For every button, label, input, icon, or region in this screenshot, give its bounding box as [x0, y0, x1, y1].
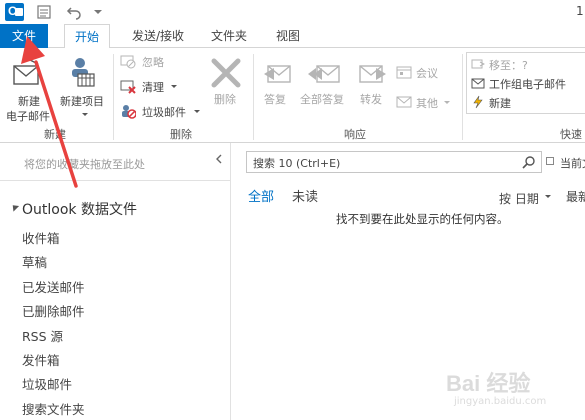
watermark: Bai 经验 jingyan.baidu.com	[446, 366, 582, 416]
watermark-text: Bai 经验	[446, 371, 531, 396]
arrow-shaft	[34, 60, 78, 188]
annotation-arrow	[21, 36, 78, 188]
arrow-head	[21, 36, 45, 64]
watermark-sub: jingyan.baidu.com	[454, 396, 547, 407]
